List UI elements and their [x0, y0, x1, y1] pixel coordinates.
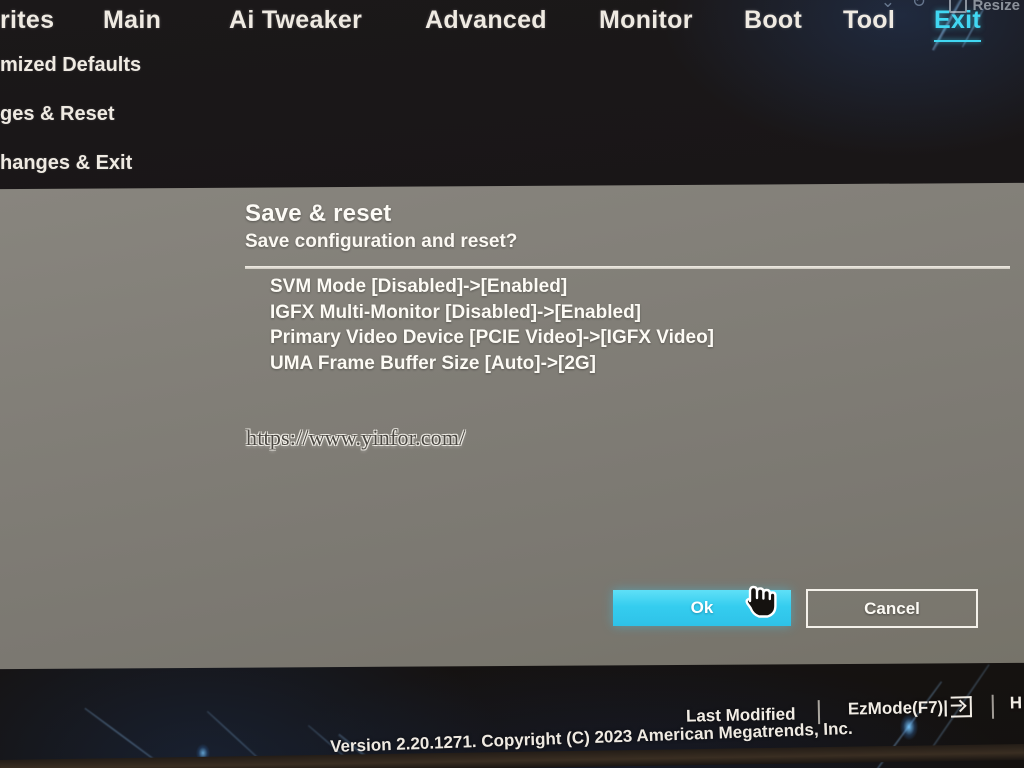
menu-item-load-optimized-defaults[interactable]: mized Defaults [0, 52, 330, 78]
pending-changes-list: SVM Mode [Disabled]->[Enabled] IGFX Mult… [270, 274, 990, 376]
change-item: SVM Mode [Disabled]->[Enabled] [270, 276, 568, 297]
change-item: UMA Frame Buffer Size [Auto]->[2G] [270, 352, 597, 374]
resize-hint[interactable]: Resize [949, 0, 1020, 14]
tab-advanced[interactable]: Advanced [425, 6, 547, 35]
status-divider [991, 694, 995, 719]
hotkeys-button[interactable]: H [1010, 693, 1024, 713]
ok-button-label: Ok [690, 598, 714, 617]
menu-item-save-changes-and-reset[interactable]: ges & Reset [0, 101, 330, 127]
tab-main[interactable]: Main [103, 6, 161, 35]
exit-arrow-icon [950, 696, 973, 718]
ok-button[interactable]: Ok [613, 590, 791, 626]
tab-my-favorites[interactable]: rites [0, 6, 54, 35]
main-tab-bar: rites Main Ai Tweaker Advanced Monitor B… [0, 0, 1024, 58]
resize-label: Resize [972, 0, 1020, 14]
dialog-separator [245, 266, 1010, 269]
change-item: Primary Video Device [PCIE Video]->[IGFX… [270, 327, 715, 348]
menu-item-discard-changes-and-exit[interactable]: hanges & Exit [0, 150, 330, 176]
tab-boot[interactable]: Boot [744, 6, 802, 35]
cancel-button[interactable]: Cancel [806, 589, 978, 628]
dialog-subtitle: Save configuration and reset? [245, 231, 518, 252]
header-misc-glyphs: ⌄ ↻ [880, 0, 932, 11]
exit-menu-list: mized Defaults ges & Reset hanges & Exit [0, 52, 330, 199]
ezmode-label: EzMode(F7)| [847, 697, 949, 719]
tab-monitor[interactable]: Monitor [599, 6, 693, 35]
change-item: IGFX Multi-Monitor [Disabled]->[Enabled] [270, 301, 642, 323]
ezmode-button[interactable]: EzMode(F7)| [848, 696, 973, 719]
bios-screen: rites Main Ai Tweaker Advanced Monitor B… [0, 0, 1024, 768]
save-and-reset-dialog: Save & reset Save configuration and rese… [0, 182, 1024, 670]
resize-icon [949, 0, 968, 13]
tab-ai-tweaker[interactable]: Ai Tweaker [229, 6, 362, 35]
cancel-button-label: Cancel [864, 598, 920, 618]
dialog-title: Save & reset [245, 200, 392, 227]
watermark-url: https://www.yinfor.com/ [246, 425, 466, 450]
dialog-inner: Save & reset Save configuration and rese… [0, 186, 1024, 666]
